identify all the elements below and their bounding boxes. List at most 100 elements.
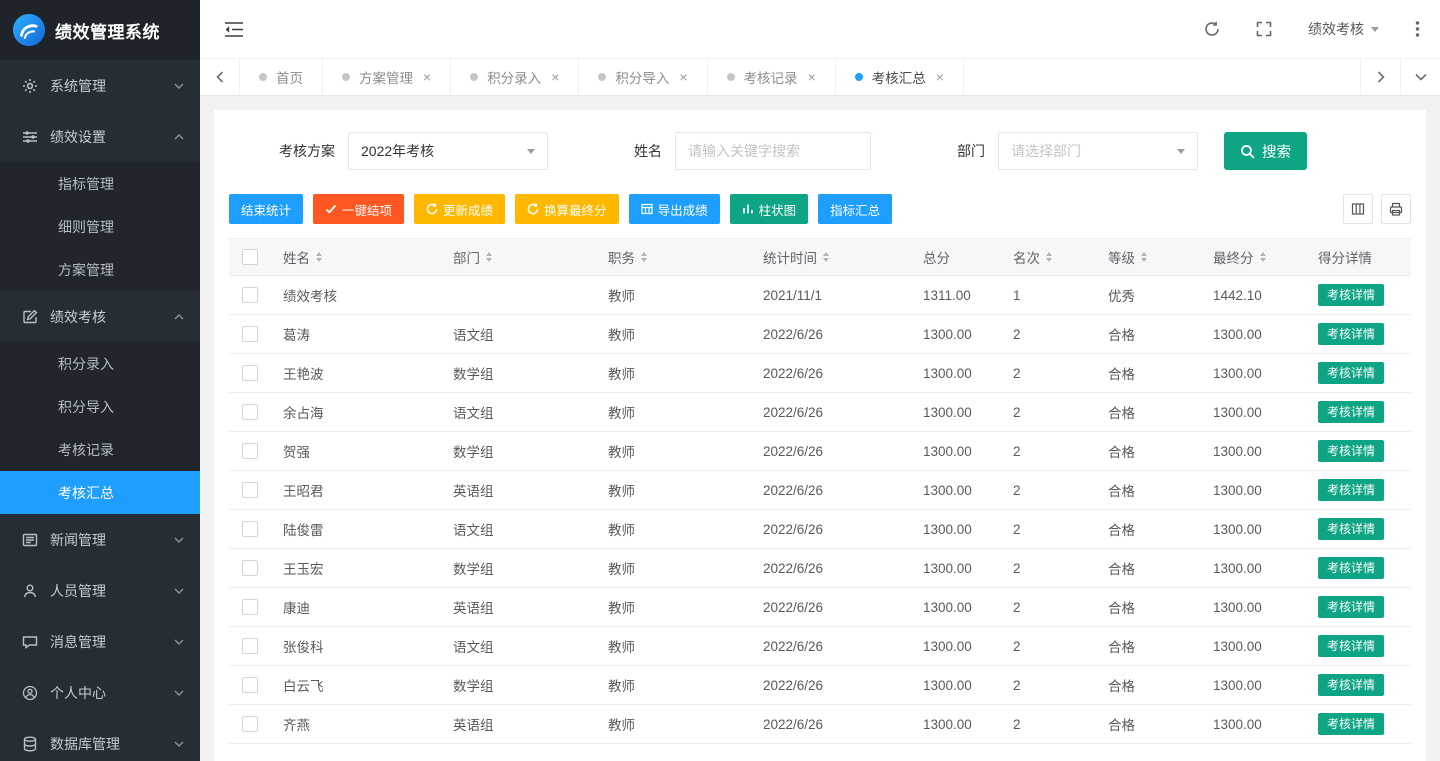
detail-button[interactable]: 考核详情 bbox=[1318, 635, 1384, 657]
detail-button[interactable]: 考核详情 bbox=[1318, 674, 1384, 696]
cell-time: 2022/6/26 bbox=[751, 705, 911, 744]
tab[interactable]: 首页 bbox=[240, 59, 323, 95]
content-area: 考核方案 2022年考核 姓名 部门 请选择部门 bbox=[200, 96, 1440, 761]
sidebar-item[interactable]: 绩效设置 bbox=[0, 111, 200, 162]
detail-button[interactable]: 考核详情 bbox=[1318, 440, 1384, 462]
tab[interactable]: 考核汇总 × bbox=[836, 59, 964, 95]
row-checkbox[interactable] bbox=[242, 365, 258, 381]
tab[interactable]: 积分录入 × bbox=[451, 59, 579, 95]
detail-button[interactable]: 考核详情 bbox=[1318, 323, 1384, 345]
sidebar-subitem[interactable]: 考核记录 bbox=[0, 428, 200, 471]
chevron-down-icon bbox=[174, 537, 184, 543]
sort-icon[interactable] bbox=[486, 252, 492, 262]
cell-grade: 优秀 bbox=[1096, 276, 1201, 315]
plan-select[interactable]: 2022年考核 bbox=[348, 132, 548, 170]
row-checkbox[interactable] bbox=[242, 482, 258, 498]
sidebar-subitem[interactable]: 积分导入 bbox=[0, 385, 200, 428]
detail-button[interactable]: 考核详情 bbox=[1318, 557, 1384, 579]
column-header[interactable]: 总分 bbox=[911, 239, 1001, 276]
user-menu[interactable]: 绩效考核 bbox=[1308, 19, 1379, 39]
tabs-menu-icon[interactable] bbox=[1400, 59, 1440, 95]
sort-icon[interactable] bbox=[1260, 252, 1266, 262]
row-checkbox[interactable] bbox=[242, 716, 258, 732]
detail-button[interactable]: 考核详情 bbox=[1318, 284, 1384, 306]
tab[interactable]: 考核记录 × bbox=[708, 59, 836, 95]
row-checkbox[interactable] bbox=[242, 599, 258, 615]
chevron-down-icon bbox=[174, 690, 184, 696]
tabs-scroll-left-icon[interactable] bbox=[200, 59, 240, 95]
sidebar-item[interactable]: 个人中心 bbox=[0, 667, 200, 718]
row-checkbox[interactable] bbox=[242, 521, 258, 537]
row-checkbox[interactable] bbox=[242, 560, 258, 576]
toolbar-button[interactable]: 换算最终分 bbox=[515, 194, 619, 224]
sidebar-subitem[interactable]: 方案管理 bbox=[0, 248, 200, 291]
detail-button[interactable]: 考核详情 bbox=[1318, 479, 1384, 501]
column-header[interactable]: 等级 bbox=[1096, 239, 1201, 276]
column-header[interactable]: 最终分 bbox=[1201, 239, 1306, 276]
row-checkbox[interactable] bbox=[242, 443, 258, 459]
row-checkbox[interactable] bbox=[242, 638, 258, 654]
name-search-input[interactable] bbox=[675, 132, 871, 170]
sidebar-item[interactable]: 新闻管理 bbox=[0, 514, 200, 565]
columns-icon[interactable] bbox=[1343, 194, 1373, 224]
refresh-icon[interactable] bbox=[1204, 21, 1220, 37]
detail-button[interactable]: 考核详情 bbox=[1318, 596, 1384, 618]
column-header[interactable]: 得分详情 bbox=[1306, 239, 1411, 276]
dept-select-placeholder: 请选择部门 bbox=[1011, 141, 1081, 161]
row-checkbox[interactable] bbox=[242, 677, 258, 693]
tab[interactable]: 方案管理 × bbox=[323, 59, 451, 95]
dept-select[interactable]: 请选择部门 bbox=[998, 132, 1198, 170]
cell-final: 1300.00 bbox=[1201, 549, 1306, 588]
toolbar-button[interactable]: 柱状图 bbox=[730, 194, 809, 224]
tab-close-icon[interactable]: × bbox=[551, 70, 559, 84]
tab[interactable]: 积分导入 × bbox=[579, 59, 707, 95]
sidebar-item[interactable]: 消息管理 bbox=[0, 616, 200, 667]
search-button[interactable]: 搜索 bbox=[1224, 132, 1307, 170]
detail-button[interactable]: 考核详情 bbox=[1318, 401, 1384, 423]
sidebar-subitem[interactable]: 细则管理 bbox=[0, 205, 200, 248]
sidebar-subitem[interactable]: 考核汇总 bbox=[0, 471, 200, 514]
toolbar-button[interactable]: 导出成绩 bbox=[629, 194, 720, 224]
toolbar-button[interactable]: 一键结项 bbox=[313, 194, 404, 224]
more-icon[interactable] bbox=[1415, 21, 1420, 37]
sort-icon[interactable] bbox=[1046, 252, 1052, 262]
column-header[interactable]: 统计时间 bbox=[751, 239, 911, 276]
cell-dept: 语文组 bbox=[441, 510, 596, 549]
toolbar-button[interactable]: 指标汇总 bbox=[818, 194, 892, 224]
sort-icon[interactable] bbox=[1141, 252, 1147, 262]
row-checkbox[interactable] bbox=[242, 287, 258, 303]
toolbar-button[interactable]: 更新成绩 bbox=[414, 194, 505, 224]
column-header[interactable]: 姓名 bbox=[271, 239, 441, 276]
detail-button[interactable]: 考核详情 bbox=[1318, 518, 1384, 540]
sidebar-subitem[interactable]: 积分录入 bbox=[0, 342, 200, 385]
cell-total: 1300.00 bbox=[911, 354, 1001, 393]
cell-grade: 合格 bbox=[1096, 510, 1201, 549]
sort-icon[interactable] bbox=[316, 252, 322, 262]
fullscreen-icon[interactable] bbox=[1256, 21, 1272, 37]
detail-button[interactable]: 考核详情 bbox=[1318, 713, 1384, 735]
tabs-scroll-right-icon[interactable] bbox=[1360, 59, 1400, 95]
sidebar-item[interactable]: 数据库管理 bbox=[0, 718, 200, 761]
tab-close-icon[interactable]: × bbox=[423, 70, 431, 84]
detail-button[interactable]: 考核详情 bbox=[1318, 362, 1384, 384]
select-all-checkbox[interactable] bbox=[242, 249, 258, 265]
toolbar-button[interactable]: 结束统计 bbox=[229, 194, 303, 224]
table-header-row: 姓名 部门 职务 统计时间 总分 名次 等级 bbox=[229, 239, 1411, 276]
row-checkbox[interactable] bbox=[242, 326, 258, 342]
cell-grade: 合格 bbox=[1096, 315, 1201, 354]
row-checkbox[interactable] bbox=[242, 404, 258, 420]
sidebar-item[interactable]: 人员管理 bbox=[0, 565, 200, 616]
collapse-icon[interactable] bbox=[224, 21, 244, 38]
tab-close-icon[interactable]: × bbox=[808, 70, 816, 84]
sidebar-subitem[interactable]: 指标管理 bbox=[0, 162, 200, 205]
tab-close-icon[interactable]: × bbox=[679, 70, 687, 84]
tab-close-icon[interactable]: × bbox=[936, 70, 944, 84]
column-header[interactable]: 职务 bbox=[596, 239, 751, 276]
column-header[interactable]: 名次 bbox=[1001, 239, 1096, 276]
column-header[interactable]: 部门 bbox=[441, 239, 596, 276]
print-icon[interactable] bbox=[1381, 194, 1411, 224]
sidebar-item[interactable]: 绩效考核 bbox=[0, 291, 200, 342]
sidebar-item[interactable]: 系统管理 bbox=[0, 60, 200, 111]
sort-icon[interactable] bbox=[823, 252, 829, 262]
sort-icon[interactable] bbox=[641, 252, 647, 262]
